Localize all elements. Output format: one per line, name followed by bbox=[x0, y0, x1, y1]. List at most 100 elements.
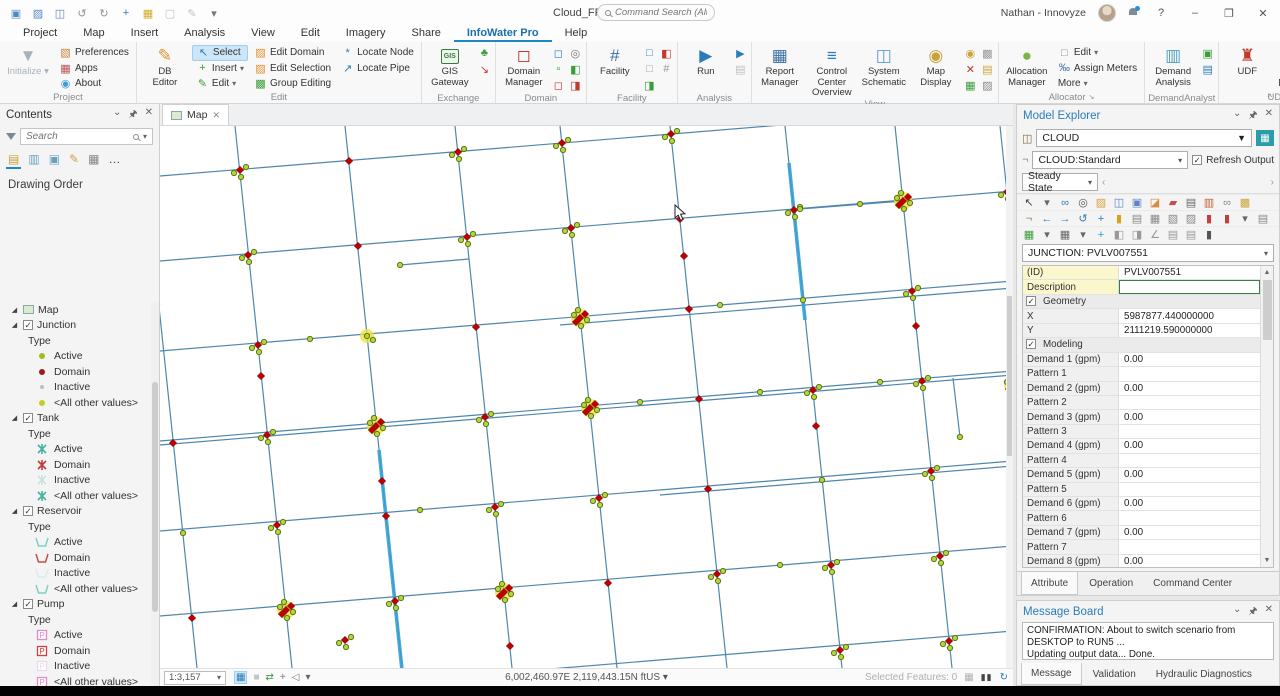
facility-e-icon[interactable]: # bbox=[659, 62, 674, 76]
node[interactable] bbox=[928, 474, 936, 482]
sheet-b-icon[interactable]: ▤ bbox=[1184, 228, 1198, 241]
pause-drawing-icon[interactable]: ▮▮ bbox=[981, 672, 993, 683]
domain-node[interactable] bbox=[462, 232, 472, 242]
node[interactable] bbox=[457, 236, 465, 244]
node[interactable] bbox=[370, 414, 378, 422]
domain-node[interactable] bbox=[453, 147, 463, 157]
edit-button[interactable]: □ Edit ▾ bbox=[1054, 45, 1141, 61]
tbl-d-icon[interactable]: ▨ bbox=[1184, 212, 1198, 225]
column-icon[interactable]: ▮ bbox=[1202, 228, 1216, 241]
demand-analysis-button[interactable]: ▥ Demand Analysis bbox=[1148, 43, 1198, 88]
pipe[interactable] bbox=[399, 258, 470, 266]
legend-junction-inactive[interactable]: Inactive bbox=[0, 380, 151, 396]
domain-e-icon[interactable]: ◧ bbox=[568, 62, 583, 76]
udf-button[interactable]: ♜ UDF bbox=[1222, 43, 1272, 78]
node[interactable] bbox=[464, 240, 472, 248]
close-icon[interactable]: ✕ bbox=[145, 107, 153, 124]
node[interactable] bbox=[791, 213, 799, 221]
attribute-row-demand-7--gpm-[interactable]: Demand 7 (gpm) 0.00 bbox=[1023, 525, 1260, 541]
pipe[interactable] bbox=[160, 126, 1013, 177]
strip-scroll-right[interactable]: › bbox=[1271, 177, 1274, 188]
run-report-icon[interactable]: ▤ bbox=[733, 62, 748, 76]
legend-junction-domain[interactable]: Domain bbox=[0, 364, 151, 380]
section-checkbox[interactable]: ✓ bbox=[1026, 295, 1036, 306]
node[interactable] bbox=[274, 528, 282, 536]
insert-button[interactable]: + Insert ▾ bbox=[192, 61, 248, 77]
tbl-a-icon[interactable]: ▤ bbox=[1130, 212, 1144, 225]
node[interactable] bbox=[810, 393, 818, 401]
redbar2-icon[interactable]: ▮ bbox=[1220, 212, 1234, 225]
legend-tank-allothervalues[interactable]: <All other values> bbox=[0, 488, 151, 504]
section-checkbox[interactable]: ✓ bbox=[1026, 339, 1036, 350]
pin-icon[interactable]: 🖈 bbox=[1248, 108, 1257, 125]
node[interactable] bbox=[914, 284, 922, 292]
save-project-icon[interactable]: ◫ bbox=[52, 5, 68, 21]
list-data-source-icon[interactable]: ▥ bbox=[28, 152, 39, 166]
tab-validation[interactable]: Validation bbox=[1084, 663, 1145, 685]
domain-node[interactable] bbox=[835, 645, 845, 655]
node[interactable] bbox=[248, 344, 256, 352]
node[interactable] bbox=[460, 145, 468, 153]
expander-icon[interactable]: ◢ bbox=[10, 321, 19, 329]
node[interactable] bbox=[242, 163, 250, 171]
attribute-row-geometry[interactable]: ✓ Geometry bbox=[1023, 294, 1260, 310]
node[interactable] bbox=[902, 290, 910, 298]
expander-icon[interactable]: ◢ bbox=[10, 600, 19, 608]
legend-reservoir-allothervalues[interactable]: <All other values> bbox=[0, 581, 151, 597]
save-all-icon[interactable]: ▣ bbox=[1130, 196, 1144, 209]
edit-domain-button[interactable]: ▨ Edit Domain bbox=[250, 45, 335, 61]
facility-c-icon[interactable]: ◨ bbox=[642, 78, 657, 92]
map-canvas[interactable] bbox=[160, 126, 1013, 668]
legend-pump-domain[interactable]: P Domain bbox=[0, 643, 151, 659]
slope-icon[interactable]: ∠ bbox=[1148, 228, 1162, 241]
panel-menu-icon[interactable]: ⌄ bbox=[1233, 108, 1241, 125]
node[interactable] bbox=[946, 644, 954, 652]
element-combo[interactable]: JUNCTION: PVLV007551 ▾ bbox=[1022, 244, 1274, 262]
node[interactable] bbox=[379, 424, 387, 432]
initialize-button[interactable]: ▼ Initialize ▾ bbox=[3, 43, 53, 78]
scenario-combo[interactable]: CLOUD:Standard ▾ bbox=[1032, 151, 1189, 169]
contents-search-input[interactable] bbox=[26, 131, 129, 142]
run-icon[interactable]: ▶ bbox=[699, 46, 712, 66]
flag-icon[interactable]: ▮ bbox=[1112, 212, 1126, 225]
locate-node-icon[interactable]: * bbox=[341, 47, 354, 59]
node[interactable] bbox=[821, 564, 829, 572]
node[interactable] bbox=[385, 600, 393, 608]
control-center-icon[interactable]: ≡ bbox=[827, 46, 837, 66]
node[interactable] bbox=[397, 594, 405, 602]
refresh-output-checkbox[interactable]: ✓ Refresh Output bbox=[1192, 155, 1274, 166]
view-b-icon[interactable]: ✕ bbox=[963, 62, 978, 76]
initialize-arrow-icon[interactable]: ▼ bbox=[20, 46, 37, 66]
map-display-icon[interactable]: ◉ bbox=[928, 46, 943, 66]
pipe[interactable] bbox=[160, 630, 1013, 668]
pipe[interactable] bbox=[234, 126, 293, 668]
legend-reservoir-inactive[interactable]: Inactive bbox=[0, 566, 151, 582]
new-project-icon[interactable]: ▣ bbox=[8, 5, 24, 21]
db-editor-button[interactable]: ✎ DB Editor bbox=[140, 43, 190, 88]
apps-icon[interactable]: ▦ bbox=[59, 62, 72, 75]
node[interactable] bbox=[636, 398, 644, 406]
node[interactable] bbox=[392, 604, 400, 612]
sel-grid-dd-icon[interactable]: ▾ bbox=[1040, 228, 1054, 241]
layer-reservoir[interactable]: ◢ ✓ Reservoir bbox=[0, 504, 151, 520]
pipe[interactable] bbox=[787, 162, 807, 321]
calc-dd-icon[interactable]: ▾ bbox=[1076, 228, 1090, 241]
node[interactable] bbox=[756, 388, 764, 396]
node[interactable] bbox=[719, 567, 727, 575]
node[interactable] bbox=[255, 348, 263, 356]
node[interactable] bbox=[587, 412, 595, 420]
domain-node[interactable] bbox=[911, 321, 921, 331]
zoom-window-icon[interactable]: ◎ bbox=[1076, 196, 1090, 209]
help-button[interactable]: ? bbox=[1150, 7, 1172, 19]
chevron-down-icon[interactable]: ▾ bbox=[143, 132, 147, 141]
domain-node[interactable] bbox=[603, 578, 613, 588]
about-button[interactable]: ◉ About bbox=[55, 76, 133, 92]
locate-pipe-icon[interactable]: ↗ bbox=[341, 62, 354, 75]
node[interactable] bbox=[589, 497, 597, 505]
attribute-row-pattern-3[interactable]: Pattern 3 bbox=[1023, 424, 1260, 440]
node[interactable] bbox=[601, 491, 609, 499]
expander-icon[interactable]: ◢ bbox=[10, 414, 19, 422]
erase-icon[interactable]: ▰ bbox=[1166, 196, 1180, 209]
node[interactable] bbox=[673, 127, 681, 135]
layer-junction[interactable]: ◢ ✓ Junction bbox=[0, 318, 151, 334]
